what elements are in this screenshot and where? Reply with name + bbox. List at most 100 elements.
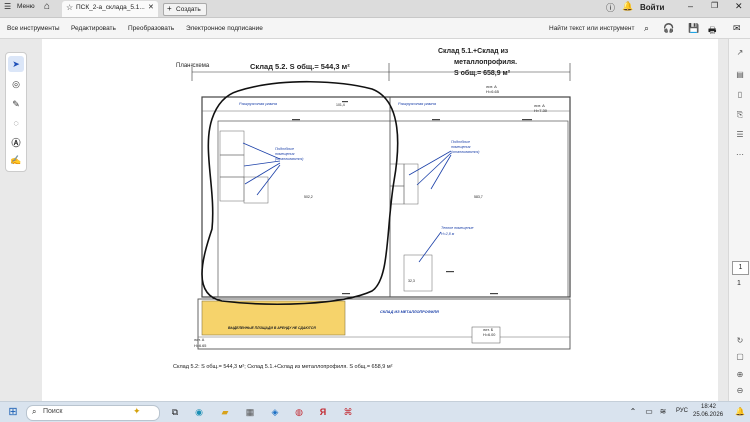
document-page: План-схема Склад 5.2. S общ.= 544,3 м² С… <box>42 39 718 401</box>
left-tool-rail: ➤ ◎ ✎ ◌ Ⓐ ✍ <box>5 52 27 172</box>
clock-time[interactable]: 18:42 <box>701 404 716 410</box>
esign-button[interactable]: Электронное подписание <box>186 25 263 32</box>
aux-right-line1: Подсобные <box>451 140 471 144</box>
aux-left-line1: Подсобные <box>275 147 295 151</box>
lasso-tool-icon[interactable]: ◌ <box>8 115 24 131</box>
building-outline <box>201 96 571 298</box>
lit-b-height: Н=6.00 <box>483 333 496 337</box>
login-button[interactable]: Войти <box>640 3 664 12</box>
document-tab[interactable]: ☆ ПСК_2-а_склада_5.1... ✕ <box>62 1 158 17</box>
comment-tool-icon[interactable]: ◎ <box>8 76 24 92</box>
bottom-caption: Склад 5.2: S общ.= 544,3 м²; Склад 5.1.+… <box>173 364 393 370</box>
all-tools-button[interactable]: Все инструменты <box>7 25 60 32</box>
total-pages: 1 <box>737 280 741 287</box>
layers-icon[interactable]: ☰ <box>734 129 746 141</box>
attachments-icon[interactable]: ⎘ <box>734 109 746 121</box>
tab-title: ПСК_2-а_склада_5.1... <box>76 4 145 11</box>
ramp-right-label: Разгрузочная рампа <box>398 101 436 106</box>
text-tool-icon[interactable]: Ⓐ <box>8 134 24 150</box>
more-icon[interactable]: ⋯ <box>734 149 746 161</box>
highlight-area-label: ВЫДЕЛЕННЫЕ ПЛОЩАДИ В АРЕНДУ НЕ СДАЮТСЯ <box>228 326 316 330</box>
plus-icon: + <box>167 4 172 13</box>
room-area-left-main: 502,2 <box>304 195 313 199</box>
menu-button[interactable]: Меню <box>17 3 35 10</box>
menu-icon[interactable]: ☰ <box>4 2 11 11</box>
warm-room-line2: Н=2,8 м <box>441 232 455 236</box>
title-bar: ☰ Меню ⌂ ☆ ПСК_2-а_склада_5.1... ✕ + Соз… <box>0 0 750 18</box>
lit-a-bottom-height: Н=6.65 <box>194 344 207 348</box>
yandex-icon[interactable]: Я <box>316 405 330 419</box>
left-aux-rooms <box>219 130 269 204</box>
bookmarks-icon[interactable]: ▯ <box>734 89 746 101</box>
clock-date[interactable]: 25.06.2026 <box>693 412 723 418</box>
close-window-icon[interactable]: ✕ <box>735 1 743 12</box>
close-tab-icon[interactable]: ✕ <box>148 3 154 11</box>
right-rail: ↗ ▤ ▯ ⎘ ☰ ⋯ 1 1 ↻ ▢ ⊕ ⊖ <box>728 39 750 401</box>
windows-start-icon[interactable]: ⊞ <box>6 405 20 419</box>
search-icon: ⌕ <box>32 407 37 416</box>
share-icon[interactable]: ✉ <box>733 23 741 34</box>
search-icon[interactable]: ⌕ <box>644 23 649 34</box>
header-warehouse-5-2: Склад 5.2. S общ.= 544,3 м² <box>250 62 350 71</box>
network-icon[interactable]: ▭ <box>642 405 656 419</box>
star-icon[interactable]: ☆ <box>66 3 73 12</box>
help-icon[interactable]: ⓘ <box>606 1 615 14</box>
header-warehouse-5-1-line1: Склад 5.1.+Склад из <box>438 48 509 55</box>
ramp-left-label: Разгрузочная рампа <box>239 101 277 106</box>
room-area-right-main: 583,7 <box>474 195 483 199</box>
dimension-marks <box>292 101 532 295</box>
lit-a-right-height: Н=7.30 <box>534 108 548 113</box>
refresh-icon[interactable]: ↻ <box>734 335 746 347</box>
app-icon[interactable]: ◈ <box>268 405 282 419</box>
read-aloud-icon[interactable]: 🎧 <box>663 23 674 34</box>
aux-right-line3: (отапливаются) <box>451 150 480 154</box>
edit-button[interactable]: Редактировать <box>71 25 116 32</box>
page-number-box[interactable]: 1 <box>732 261 749 275</box>
right-aux-rooms <box>389 163 433 292</box>
notification-bell-icon[interactable]: 🔔 <box>733 405 747 419</box>
new-tab-label: Создать <box>176 6 201 13</box>
metal-warehouse-label: СКЛАД ИЗ МЕТАЛЛОПРОФИЛЯ <box>380 310 439 314</box>
task-view-icon[interactable]: ⧉ <box>168 405 182 419</box>
search-placeholder: Поиск <box>43 408 63 415</box>
stamp-tool-icon[interactable]: ✍ <box>8 152 24 168</box>
tray-chevron-icon[interactable]: ⌃ <box>626 405 640 419</box>
minimize-icon[interactable]: – <box>688 1 693 11</box>
header-warehouse-5-1-line3: S общ.= 658,9 м² <box>454 70 511 77</box>
taskbar-search[interactable]: ⌕ Поиск ✦ <box>26 405 160 421</box>
save-icon[interactable]: 💾 <box>688 23 699 34</box>
maximize-icon[interactable]: ❐ <box>711 1 718 10</box>
zoom-out-icon[interactable]: ⊖ <box>734 385 746 397</box>
sparkle-icon: ✦ <box>133 406 141 416</box>
warm-room-line1: Теплое помещение <box>441 226 474 230</box>
home-icon[interactable]: ⌂ <box>44 1 50 12</box>
floor-plan <box>191 63 571 350</box>
aux-right-line2: помещения <box>451 145 471 149</box>
room-area-right-small: 32,3 <box>408 279 415 283</box>
find-text-field[interactable]: Найти текст или инструмент <box>549 25 635 32</box>
warehouse-inner <box>217 120 569 298</box>
draw-tool-icon[interactable]: ✎ <box>8 96 24 112</box>
aux-left-line2: помещения <box>275 152 295 156</box>
wifi-icon[interactable]: ≋ <box>656 405 670 419</box>
print-icon[interactable]: 🖶 <box>708 23 717 39</box>
lit-a-bottom-label: лит. А <box>194 338 205 342</box>
language-indicator[interactable]: РУС <box>676 408 688 414</box>
file-explorer-icon[interactable]: ▰ <box>218 405 232 419</box>
edge-icon[interactable]: ◉ <box>192 405 206 419</box>
comments-panel-icon[interactable]: ▤ <box>734 69 746 81</box>
store-icon[interactable]: ▦ <box>243 405 257 419</box>
notifications-icon[interactable]: 🔔 <box>622 1 633 12</box>
convert-button[interactable]: Преобразовать <box>128 25 174 32</box>
select-tool-icon[interactable]: ➤ <box>8 56 24 72</box>
new-tab-button[interactable]: + Создать <box>163 3 207 16</box>
freehand-outline <box>201 80 399 305</box>
yandex-browser-icon[interactable]: ◍ <box>292 405 306 419</box>
zoom-in-icon[interactable]: ⊕ <box>734 369 746 381</box>
lit-a-top-height: Н=6.65 <box>486 89 500 94</box>
page-view-icon[interactable]: ▢ <box>734 351 746 363</box>
export-icon[interactable]: ↗ <box>734 47 746 59</box>
main-toolbar: Все инструменты Редактировать Преобразов… <box>0 18 750 39</box>
lit-b-label: лит. Б <box>483 328 494 332</box>
acrobat-icon[interactable]: ⌘ <box>341 405 355 419</box>
